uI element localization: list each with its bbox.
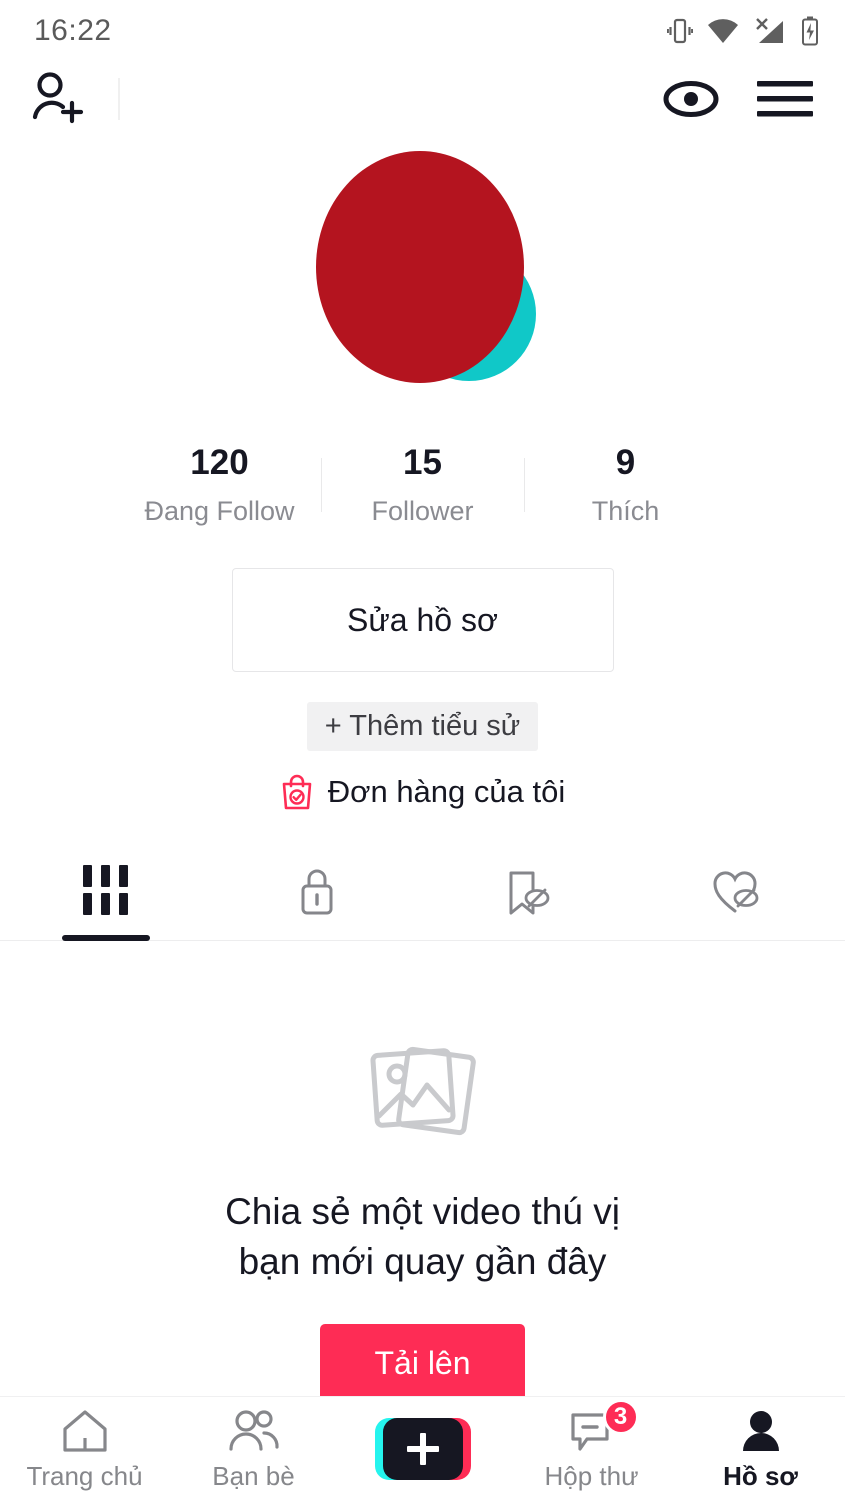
status-time: 16:22 bbox=[34, 14, 112, 47]
nav-label-inbox: Hộp thư bbox=[544, 1460, 639, 1491]
nav-item-inbox[interactable]: 3 Hộp thư bbox=[507, 1398, 676, 1491]
status-icon-group bbox=[667, 16, 819, 46]
upload-button[interactable]: Tải lên bbox=[320, 1324, 525, 1403]
stat-label: Follower bbox=[371, 495, 474, 526]
vibrate-icon bbox=[667, 18, 693, 44]
my-orders-link[interactable]: Đơn hàng của tôi bbox=[280, 773, 565, 811]
lock-icon bbox=[301, 869, 333, 915]
my-orders-label: Đơn hàng của tôi bbox=[327, 774, 566, 810]
signal-no-sim-icon bbox=[756, 18, 783, 43]
upload-button-label: Tải lên bbox=[374, 1344, 471, 1381]
nav-label-friends: Bạn bè bbox=[212, 1460, 295, 1491]
stat-label: Đang Follow bbox=[144, 495, 295, 526]
add-person-icon[interactable] bbox=[30, 71, 84, 127]
header-left-group bbox=[30, 71, 120, 127]
battery-charging-icon bbox=[802, 16, 818, 46]
wifi-icon bbox=[708, 19, 738, 43]
photos-placeholder-icon bbox=[369, 1047, 476, 1136]
add-bio-button[interactable]: + Thêm tiểu sử bbox=[306, 702, 539, 752]
stat-value: 9 bbox=[615, 443, 636, 482]
empty-state-text: Chia sẻ một video thú vị bạn mới quay gầ… bbox=[225, 1187, 620, 1286]
nav-item-home[interactable]: Trang chủ bbox=[0, 1409, 169, 1489]
header-right-group bbox=[663, 78, 813, 120]
status-bar: 16:22 bbox=[0, 0, 845, 62]
bottom-navigation: Trang chủ Bạn bè 3 Hộp thư Hồ sơ bbox=[0, 1396, 845, 1500]
shopping-bag-check-icon bbox=[282, 774, 312, 810]
home-icon bbox=[62, 1409, 107, 1452]
nav-item-create[interactable] bbox=[338, 1417, 507, 1480]
plus-vertical bbox=[419, 1432, 426, 1465]
stat-likes[interactable]: 9 Thích bbox=[525, 443, 727, 526]
hamburger-menu-icon[interactable] bbox=[757, 78, 813, 120]
profile-person-icon bbox=[742, 1410, 779, 1451]
empty-state-line1: Chia sẻ một video thú vị bbox=[225, 1191, 620, 1233]
tab-private[interactable] bbox=[211, 857, 422, 940]
avatar-image[interactable] bbox=[315, 151, 524, 383]
heart-hidden-icon bbox=[713, 871, 759, 913]
inbox-badge: 3 bbox=[602, 1398, 639, 1435]
nav-label-profile: Hồ sơ bbox=[723, 1460, 798, 1491]
grid-icon bbox=[83, 865, 129, 916]
stat-followers[interactable]: 15 Follower bbox=[322, 443, 524, 526]
stat-following[interactable]: 120 Đang Follow bbox=[119, 443, 321, 526]
nav-label-home: Trang chủ bbox=[26, 1460, 143, 1491]
stat-value: 120 bbox=[190, 443, 249, 482]
nav-item-profile[interactable]: Hồ sơ bbox=[676, 1409, 845, 1489]
create-plus-icon[interactable] bbox=[374, 1417, 471, 1480]
create-dark-layer bbox=[382, 1417, 463, 1480]
stat-value: 15 bbox=[403, 443, 442, 482]
profile-header bbox=[0, 62, 845, 136]
tab-videos[interactable] bbox=[0, 857, 211, 942]
friends-icon bbox=[228, 1409, 279, 1451]
eye-icon[interactable] bbox=[663, 79, 719, 119]
tiktok-profile-screen: 16:22 120 Đang Follow 15 Follower 9 Thíc… bbox=[0, 0, 845, 1500]
stat-label: Thích bbox=[591, 495, 660, 526]
avatar-section bbox=[0, 142, 845, 392]
empty-state: Chia sẻ một video thú vị bạn mới quay gầ… bbox=[0, 941, 845, 1403]
edit-profile-label: Sửa hồ sơ bbox=[347, 601, 498, 638]
nav-item-friends[interactable]: Bạn bè bbox=[169, 1409, 338, 1489]
profile-stats: 120 Đang Follow 15 Follower 9 Thích bbox=[0, 443, 845, 526]
profile-tab-bar bbox=[0, 857, 845, 942]
add-bio-label: + Thêm tiểu sử bbox=[324, 710, 521, 743]
edit-profile-button[interactable]: Sửa hồ sơ bbox=[231, 568, 614, 673]
empty-state-line2: bạn mới quay gần đây bbox=[238, 1240, 607, 1282]
tab-saved[interactable] bbox=[423, 857, 634, 940]
header-divider bbox=[118, 78, 120, 120]
bookmark-hidden-icon bbox=[509, 871, 550, 915]
tab-liked[interactable] bbox=[634, 857, 845, 940]
tab-active-indicator bbox=[61, 935, 150, 942]
avatar[interactable] bbox=[315, 151, 536, 383]
